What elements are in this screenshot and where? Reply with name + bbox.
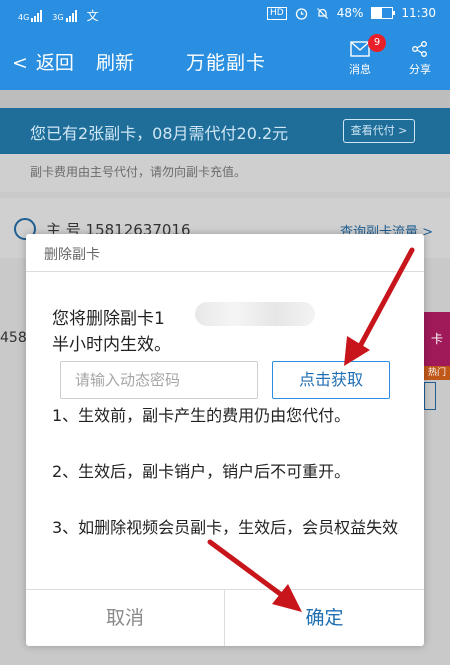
status-right: HD 48% 11:30: [267, 6, 436, 20]
confirm-button[interactable]: 确定: [225, 590, 424, 646]
mute-icon: [316, 7, 328, 19]
battery-percent: 48%: [336, 6, 364, 20]
carrier-label: 4G: [18, 12, 30, 22]
messages-label: 消息: [349, 63, 371, 76]
view-payment-button[interactable]: 查看代付 >: [343, 119, 415, 143]
chevron-left-icon: <: [12, 52, 28, 74]
rule-1: 1、生效前，副卡产生的费用仍由您代付。: [52, 406, 351, 425]
delete-card-dialog: 删除副卡 您将删除副卡1 半小时内生效。 点击获取 1、生效前，副卡产生的费用仍…: [26, 234, 424, 646]
alarm-icon: [295, 7, 307, 20]
dialog-title: 删除副卡: [44, 247, 100, 263]
blurred-number: [195, 302, 315, 326]
cancel-button[interactable]: 取消: [26, 590, 224, 646]
dialog-divider: [26, 271, 424, 272]
notice-text: 副卡费用由主号代付，请勿向副卡充值。: [30, 165, 247, 179]
hot-tag: 热门: [424, 366, 450, 380]
input-method-icon: 文: [86, 9, 99, 23]
dialog-message-line2: 半小时内生效。: [52, 335, 171, 355]
clock: 11:30: [401, 6, 436, 20]
side-tag[interactable]: 卡: [424, 312, 450, 366]
share-icon: [412, 41, 427, 57]
partial-number: 458: [0, 330, 27, 346]
nav-bar: < 返回 刷新 万能副卡 9 消息 分享: [0, 30, 450, 90]
rule-2: 2、生效后，副卡销户，销户后不可重开。: [52, 462, 351, 481]
messages-button[interactable]: 9 消息: [342, 34, 386, 77]
share-button[interactable]: 分享: [402, 38, 438, 77]
status-bar: 4G 3G 文 HD 48% 11:30: [0, 0, 450, 30]
page-title: 万能副卡: [186, 52, 267, 74]
dynamic-password-input[interactable]: [60, 361, 258, 399]
payment-banner: 您已有2张副卡，08月需代付20.2元 查看代付 >: [0, 108, 450, 154]
back-button[interactable]: < 返回: [12, 48, 74, 75]
refresh-button[interactable]: 刷新: [96, 48, 134, 75]
notice-area: 副卡费用由主号代付，请勿向副卡充值。: [0, 154, 450, 192]
battery-icon: [371, 7, 396, 19]
rule-3: 3、如删除视频会员副卡，生效后，会员权益失效: [52, 518, 399, 537]
dialog-message-line1: 您将删除副卡1: [52, 309, 165, 329]
share-label: 分享: [409, 63, 431, 76]
carrier-label: 3G: [52, 12, 64, 22]
signal-bars-icon: [65, 9, 77, 22]
divider-band: [0, 90, 450, 108]
signal-3g: 3G: [52, 9, 77, 22]
mail-icon: [350, 41, 370, 57]
side-button[interactable]: [424, 382, 436, 410]
message-count-badge: 9: [368, 34, 386, 52]
hd-icon: HD: [267, 6, 287, 20]
signal-4g: 4G: [18, 9, 43, 22]
banner-text: 您已有2张副卡，08月需代付20.2元: [30, 124, 289, 143]
signal-bars-icon: [31, 9, 43, 22]
get-code-button[interactable]: 点击获取: [272, 361, 390, 399]
back-label: 返回: [35, 52, 74, 74]
status-left: 4G 3G 文: [18, 7, 99, 24]
